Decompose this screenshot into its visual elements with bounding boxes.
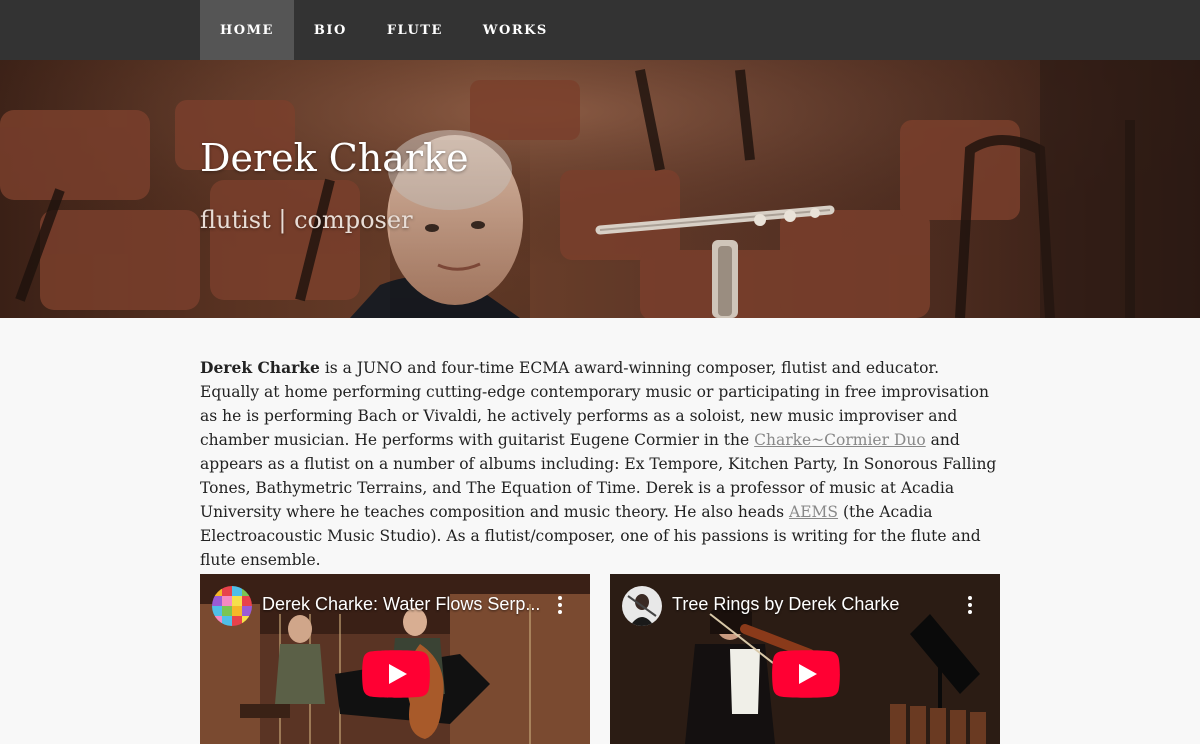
bio-section: Derek Charke is a JUNO and four-time ECM… bbox=[200, 356, 1000, 572]
video-title[interactable]: Tree Rings by Derek Charke bbox=[672, 594, 899, 615]
violinist-avatar-icon[interactable] bbox=[622, 586, 662, 626]
colorful-grid-avatar-icon[interactable] bbox=[212, 586, 252, 626]
nav-item-flute[interactable]: FLUTE bbox=[367, 0, 463, 60]
hero-banner: Derek Charke flutist | composer bbox=[0, 60, 1200, 318]
nav-item-home[interactable]: HOME bbox=[200, 0, 294, 60]
youtube-play-button-icon[interactable] bbox=[362, 650, 430, 698]
hero-subtitle: flutist | composer bbox=[200, 206, 413, 234]
video-embed-water-flows[interactable]: Derek Charke: Water Flows Serp... bbox=[200, 574, 590, 744]
more-options-icon[interactable] bbox=[558, 596, 562, 614]
top-navigation: HOME BIO FLUTE WORKS bbox=[0, 0, 1200, 60]
nav-item-bio[interactable]: BIO bbox=[294, 0, 367, 60]
charke-cormier-duo-link[interactable]: Charke~Cormier Duo bbox=[754, 431, 926, 449]
hero-title: Derek Charke bbox=[200, 136, 469, 180]
video-embed-tree-rings[interactable]: Tree Rings by Derek Charke bbox=[610, 574, 1000, 744]
nav-menu: HOME BIO FLUTE WORKS bbox=[200, 0, 568, 60]
more-options-icon[interactable] bbox=[968, 596, 972, 614]
aems-link[interactable]: AEMS bbox=[789, 503, 838, 521]
bio-paragraph: Derek Charke is a JUNO and four-time ECM… bbox=[200, 356, 1000, 572]
hero-photo bbox=[0, 60, 1200, 318]
video-title[interactable]: Derek Charke: Water Flows Serp... bbox=[262, 594, 540, 615]
nav-item-works[interactable]: WORKS bbox=[463, 0, 568, 60]
bio-name: Derek Charke bbox=[200, 358, 320, 377]
youtube-play-button-icon[interactable] bbox=[772, 650, 840, 698]
